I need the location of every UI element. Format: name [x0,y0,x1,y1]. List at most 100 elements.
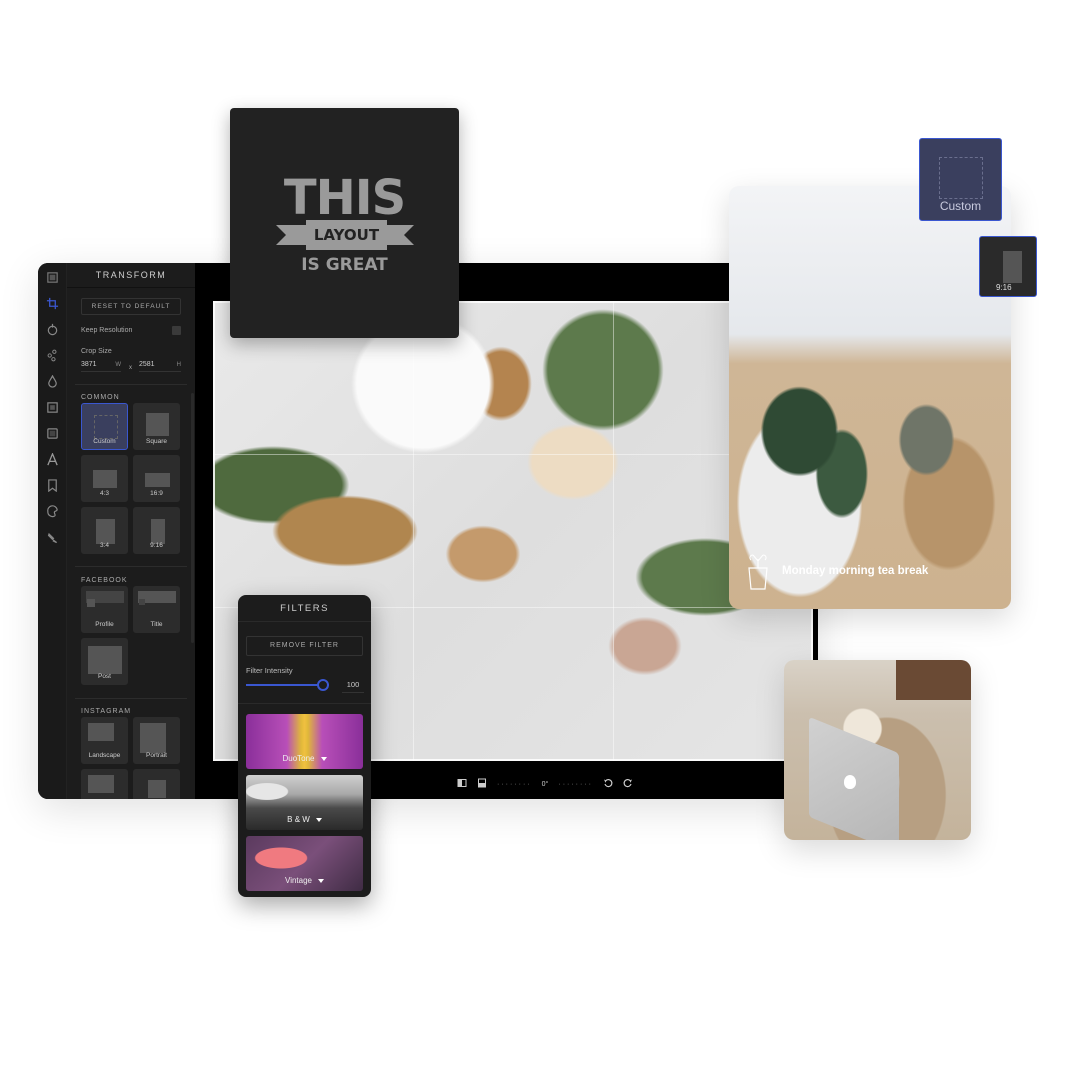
layer-icon[interactable] [45,426,60,441]
preset-label: 4:3 [99,490,110,497]
rotation-value: 0° [541,780,549,788]
paint-icon[interactable] [45,504,60,519]
preset-4-3[interactable]: 4:3 [81,455,128,502]
drop-icon[interactable] [45,374,60,389]
flip-vertical-icon[interactable] [477,778,487,790]
photo-editor-window: TRANSFORM RESET TO DEFAULT Keep Resoluti… [38,263,818,799]
keep-resolution-label: Keep Resolution [81,327,133,334]
preset-fb-title[interactable]: Title [133,586,180,633]
chevron-down-icon[interactable] [318,878,324,883]
preset-ig-portrait[interactable]: Portrait [133,717,180,764]
preset-label: 16:9 [150,490,163,497]
crop-size-label: Crop Size [81,348,112,355]
filter-duotone[interactable]: DuoTone [246,714,363,769]
height-unit: H [176,362,181,368]
post-shape [88,646,122,674]
sticker-icon[interactable] [45,478,60,493]
remove-filter-button[interactable]: REMOVE FILTER [246,636,363,656]
preset-label: 9:16 [150,542,163,549]
preset-label: 3:4 [99,542,110,549]
preset-fb-profile[interactable]: Profile [81,586,128,633]
filter-label: B & W [246,815,363,824]
furniture-shape [896,660,971,700]
filter-intensity-label: Filter Intensity [246,666,293,675]
divider [75,698,187,699]
rotation-slider-left[interactable]: ········ [497,781,532,788]
preset-label: Profile [95,621,114,628]
chevron-down-icon[interactable] [320,756,327,761]
tool-sidebar [38,263,67,799]
filter-vintage[interactable]: Vintage [246,836,363,891]
text-icon[interactable] [45,452,60,467]
brush-icon[interactable] [45,530,60,545]
divider [238,703,371,704]
tea-caption-text: Monday morning tea break [782,565,929,577]
filter-label: DuoTone [246,754,363,763]
tea-caption: Monday morning tea break [744,551,928,591]
ratio-9-16-icon [151,519,165,544]
preset-ig-3[interactable] [81,769,128,799]
preset-label: Title [150,621,163,628]
rotate-right-icon[interactable] [623,778,633,790]
crop-width-input[interactable]: 3871 W [81,361,121,372]
floating-preset-9-16[interactable]: 9:16 [979,236,1037,297]
flip-horizontal-icon[interactable] [457,778,467,790]
filter-label: Vintage [246,876,363,885]
panel-scrollbar[interactable] [191,393,194,643]
crop-icon[interactable] [45,296,60,311]
crop-height-value: 2581 [139,361,155,368]
library-icon[interactable] [45,270,60,285]
preset-ig-4[interactable] [133,769,180,799]
preset-square[interactable]: Square [133,403,180,450]
adjust-icon[interactable] [45,322,60,337]
crop-height-input[interactable]: 2581 H [139,361,181,372]
transform-toolbar: ········ 0° ········ [457,778,633,790]
text-layout-card[interactable]: THIS LAYOUT IS GREAT [230,108,459,338]
panel-title: TRANSFORM [67,263,195,288]
effects-icon[interactable] [45,348,60,363]
tea-photo-card[interactable]: Monday morning tea break [729,186,1011,609]
preset-label: Landscape [88,752,121,759]
preset-label: Portrait [146,752,167,759]
landscape-shape [88,723,114,741]
laptop-photo-card[interactable] [784,660,971,840]
layout-text-great: IS GREAT [301,255,388,275]
preset-label: Square [146,438,167,445]
filter-intensity-value[interactable]: 100 [342,680,364,693]
filter-bw[interactable]: B & W [246,775,363,830]
chevron-down-icon[interactable] [315,817,322,822]
ratio-4-3-icon [93,470,117,488]
keep-resolution-checkbox[interactable] [172,326,181,335]
custom-dashed-icon [94,415,118,439]
preset-shape [88,775,114,793]
crop-width-value: 3871 [81,361,97,368]
layout-text-layout: LAYOUT [306,220,387,250]
preset-label: Custom [93,438,116,445]
custom-dashed-icon [939,157,983,199]
preset-custom[interactable]: Custom [81,403,128,450]
divider [75,384,187,385]
filter-intensity-handle[interactable] [317,679,329,691]
preset-label: Post [97,673,111,680]
floating-ratio-label: 9:16 [996,283,1012,292]
rotation-slider-right[interactable]: ········ [558,781,593,788]
square-shape-icon [146,413,169,436]
preset-ig-landscape[interactable]: Landscape [81,717,128,764]
preset-9-16[interactable]: 9:16 [133,507,180,554]
filters-panel: FILTERS REMOVE FILTER Filter Intensity 1… [238,595,371,897]
rotate-left-icon[interactable] [603,778,613,790]
width-unit: W [115,362,121,368]
ratio-3-4-icon [96,519,115,544]
divider [75,566,187,567]
preset-fb-post[interactable]: Post [81,638,128,685]
frame-icon[interactable] [45,400,60,415]
reset-to-default-button[interactable]: RESET TO DEFAULT [81,298,181,315]
floating-preset-custom[interactable]: Custom [919,138,1002,221]
ratio-16-9-icon [145,473,170,487]
preset-3-4[interactable]: 3:4 [81,507,128,554]
floating-custom-label: Custom [939,199,982,213]
filter-name: B & W [287,815,310,824]
filters-title: FILTERS [238,595,371,622]
ratio-9-16-icon [1003,251,1022,283]
preset-16-9[interactable]: 16:9 [133,455,180,502]
